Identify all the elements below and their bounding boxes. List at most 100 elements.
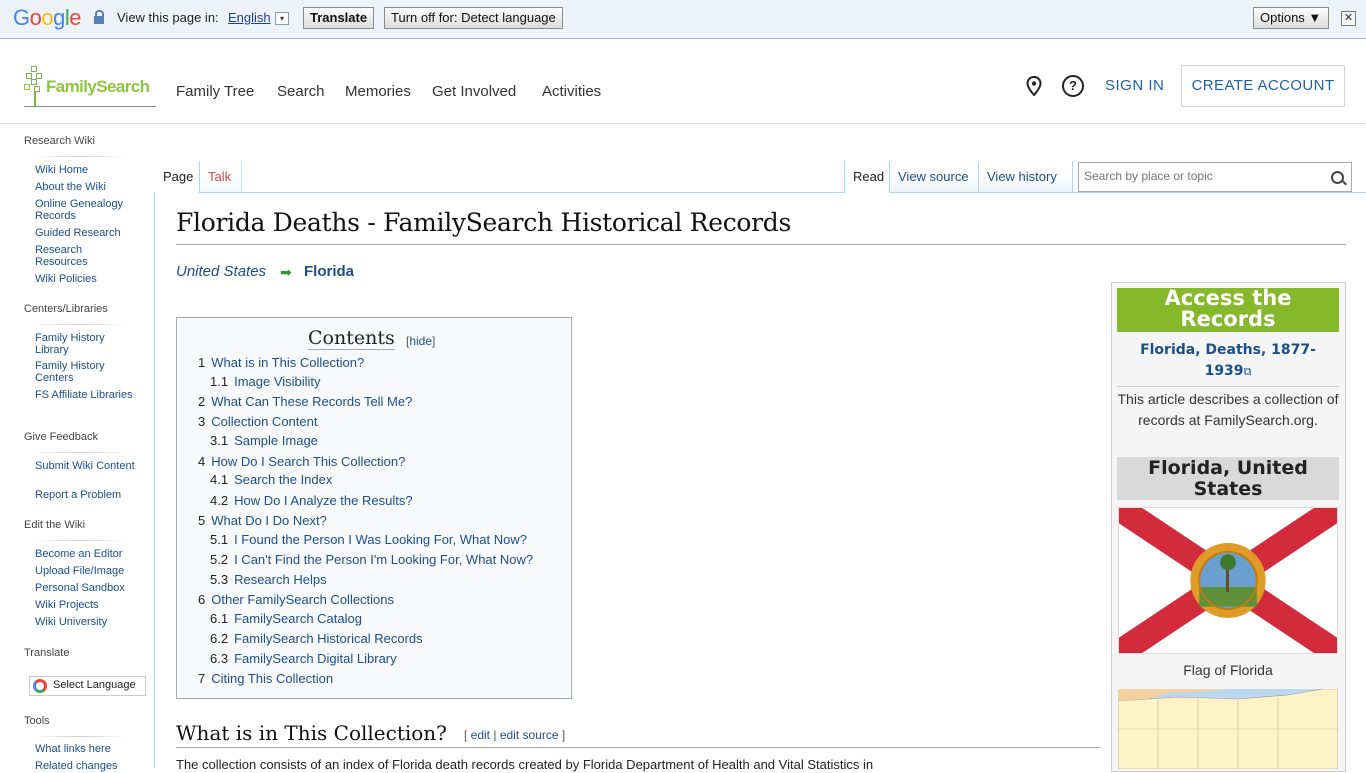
toc-item[interactable]: 6.1 FamilySearch Catalog [210, 611, 362, 626]
nav-get-involved[interactable]: Get Involved [432, 83, 516, 100]
toc-item[interactable]: 3 Collection Content [198, 414, 317, 429]
tab-page[interactable]: Page [155, 161, 200, 193]
help-icon[interactable]: ? [1062, 75, 1084, 97]
sidebar-item-wiki-projects[interactable]: Wiki Projects [35, 599, 135, 612]
toc-item-label[interactable]: How Do I Analyze the Results? [234, 493, 412, 508]
table-of-contents: Contents [hide] 1 What is in This Collect… [176, 317, 572, 699]
sidebar-heading-translate: Translate [24, 647, 70, 659]
toc-hide-link[interactable]: hide [409, 334, 432, 348]
google-g-icon [33, 679, 47, 693]
options-button[interactable]: Options ▼ [1253, 7, 1329, 29]
toc-item[interactable]: 5 What Do I Do Next? [198, 513, 327, 528]
sidebar-item-submit-wiki-content[interactable]: Submit Wiki Content [35, 460, 135, 473]
toc-item-label[interactable]: I Found the Person I Was Looking For, Wh… [234, 532, 527, 547]
tab-view-source[interactable]: View source [890, 161, 979, 192]
section-body-text: The collection consists of an index of F… [176, 757, 874, 772]
edit-link[interactable]: edit [471, 728, 490, 742]
sidebar-item-family-history-library[interactable]: Family History Library [35, 332, 135, 356]
toc-item-label[interactable]: Image Visibility [234, 374, 320, 389]
translate-button[interactable]: Translate [303, 7, 375, 29]
sidebar-item-research-resources[interactable]: Research Resources [35, 244, 135, 268]
toc-item-label[interactable]: Search the Index [234, 472, 332, 487]
sidebar-item-family-history-centers[interactable]: Family History Centers [35, 360, 135, 384]
search-input[interactable] [1082, 168, 1326, 184]
search-icon[interactable] [1331, 171, 1344, 184]
toc-item-number: 3.1 [210, 433, 229, 448]
toc-item[interactable]: 5.1 I Found the Person I Was Looking For,… [210, 532, 527, 547]
sidebar-item-wiki-policies[interactable]: Wiki Policies [35, 273, 135, 286]
sidebar-item-about-wiki[interactable]: About the Wiki [35, 181, 135, 194]
sidebar-item-guided-research[interactable]: Guided Research [35, 227, 135, 240]
toc-item-label[interactable]: FamilySearch Historical Records [234, 631, 423, 646]
toc-item-label[interactable]: FamilySearch Digital Library [234, 651, 397, 666]
external-link-icon: ⧉ [1243, 365, 1252, 378]
tab-talk[interactable]: Talk [200, 161, 242, 192]
select-language-label: Select Language [53, 679, 136, 691]
tab-bar-rule [154, 192, 1366, 193]
record-collection-link[interactable]: Florida, Deaths, 1877-1939⧉ [1117, 340, 1339, 382]
tab-read[interactable]: Read [844, 161, 890, 193]
toc-item-label[interactable]: Sample Image [234, 433, 318, 448]
nav-memories[interactable]: Memories [345, 83, 411, 100]
toc-item[interactable]: 5.2 I Can't Find the Person I'm Looking F… [210, 552, 533, 567]
toc-item-label[interactable]: What is in This Collection? [211, 355, 364, 370]
close-icon[interactable]: ✕ [1341, 11, 1356, 26]
select-language-dropdown[interactable]: Select Language [29, 676, 146, 696]
sidebar-heading-edit-wiki: Edit the Wiki [24, 519, 86, 531]
toc-item[interactable]: 1 What is in This Collection? [198, 355, 364, 370]
toc-item-label[interactable]: Collection Content [211, 414, 317, 429]
sidebar-item-become-editor[interactable]: Become an Editor [35, 548, 135, 561]
sidebar-item-personal-sandbox[interactable]: Personal Sandbox [35, 582, 135, 595]
breadcrumb-florida[interactable]: Florida [304, 263, 354, 280]
toc-item[interactable]: 4.1 Search the Index [210, 472, 332, 487]
sidebar-item-wiki-home[interactable]: Wiki Home [35, 164, 135, 177]
toc-item[interactable]: 7 Citing This Collection [198, 671, 333, 686]
nav-search[interactable]: Search [277, 83, 325, 100]
toc-item-label[interactable]: How Do I Search This Collection? [211, 454, 405, 469]
toc-item-label[interactable]: Research Helps [234, 572, 327, 587]
sidebar-item-related-changes[interactable]: Related changes [35, 760, 135, 773]
toc-item-number: 1.1 [210, 374, 229, 389]
create-account-button[interactable]: CREATE ACCOUNT [1181, 65, 1345, 107]
toc-item-label[interactable]: What Can These Records Tell Me? [211, 394, 412, 409]
toc-item[interactable]: 4.2 How Do I Analyze the Results? [210, 493, 413, 508]
toc-item[interactable]: 6 Other FamilySearch Collections [198, 592, 394, 607]
florida-flag-image[interactable] [1118, 507, 1338, 654]
toc-item[interactable]: 4 How Do I Search This Collection? [198, 454, 405, 469]
breadcrumb-arrow-icon: ➡ [280, 265, 292, 281]
sidebar-item-upload-file[interactable]: Upload File/Image [35, 565, 135, 578]
toc-item[interactable]: 6.2 FamilySearch Historical Records [210, 631, 423, 646]
toc-item[interactable]: 5.3 Research Helps [210, 572, 327, 587]
toc-item[interactable]: 6.3 FamilySearch Digital Library [210, 651, 397, 666]
toc-item[interactable]: 1.1 Image Visibility [210, 374, 321, 389]
tab-view-history[interactable]: View history [979, 161, 1073, 192]
familysearch-logo[interactable]: FamilySearch [24, 64, 156, 107]
toc-item-label[interactable]: Other FamilySearch Collections [211, 592, 394, 607]
us-map-image[interactable] [1118, 689, 1338, 769]
toc-item[interactable]: 3.1 Sample Image [210, 433, 318, 448]
title-underline [176, 244, 1346, 245]
toc-item-label[interactable]: FamilySearch Catalog [234, 611, 362, 626]
sign-in-link[interactable]: SIGN IN [1105, 77, 1164, 94]
sidebar-item-report-problem[interactable]: Report a Problem [35, 489, 135, 502]
toc-item-number: 4.2 [210, 493, 229, 508]
nav-family-tree[interactable]: Family Tree [176, 83, 254, 100]
language-link[interactable]: English [228, 10, 271, 25]
toc-item-label[interactable]: I Can't Find the Person I'm Looking For,… [234, 552, 533, 567]
toc-item[interactable]: 2 What Can These Records Tell Me? [198, 394, 412, 409]
toc-item-number: 6.1 [210, 611, 229, 626]
nav-activities[interactable]: Activities [542, 83, 601, 100]
edit-source-link[interactable]: edit source [500, 728, 559, 742]
location-pin-icon[interactable] [1026, 76, 1042, 96]
sidebar-item-fs-affiliate-libraries[interactable]: FS Affiliate Libraries [35, 389, 135, 402]
sidebar-item-what-links-here[interactable]: What links here [35, 743, 135, 756]
sidebar-item-wiki-university[interactable]: Wiki University [35, 616, 135, 629]
toc-item-label[interactable]: Citing This Collection [211, 671, 333, 686]
toc-item-label[interactable]: What Do I Do Next? [211, 513, 327, 528]
breadcrumb-united-states[interactable]: United States [176, 263, 266, 280]
record-collection-link-text[interactable]: Florida, Deaths, 1877-1939 [1140, 342, 1316, 379]
page-title: Florida Deaths - FamilySearch Historical… [176, 208, 792, 237]
sidebar-item-online-genealogy-records[interactable]: Online Genealogy Records [35, 198, 135, 222]
language-dropdown-icon[interactable]: ▾ [275, 12, 289, 25]
turn-off-button[interactable]: Turn off for: Detect language [384, 7, 563, 29]
